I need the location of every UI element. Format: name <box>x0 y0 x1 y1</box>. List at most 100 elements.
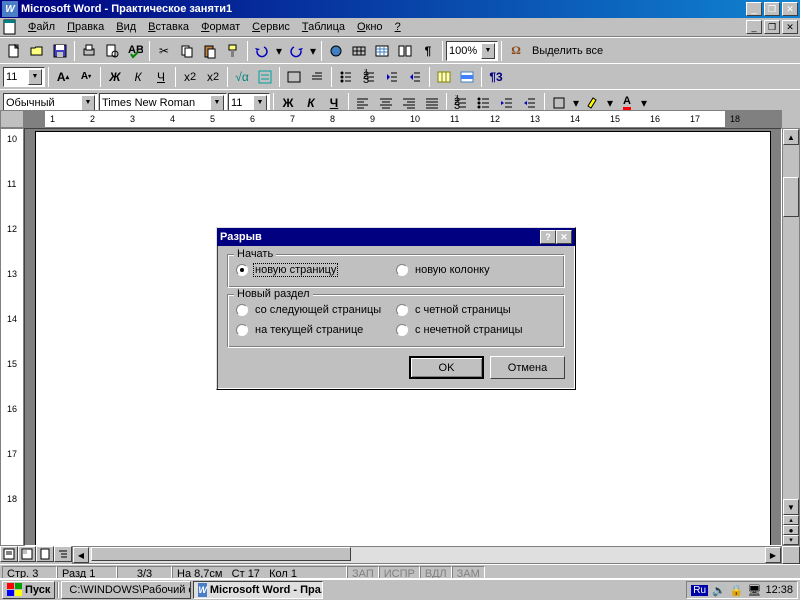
hyperlink-icon[interactable] <box>325 40 347 62</box>
scroll-right-icon[interactable]: ▶ <box>765 547 781 563</box>
menu-tools[interactable]: Сервис <box>246 19 296 35</box>
radio-current-page[interactable]: на текущей странице <box>236 323 396 337</box>
start-button[interactable]: Пуск <box>2 581 55 599</box>
restore-button[interactable]: ❐ <box>764 2 780 16</box>
scroll-left-icon[interactable]: ◀ <box>73 547 89 563</box>
insert-table-icon[interactable] <box>371 40 393 62</box>
radio-even-page[interactable]: с четной страницы <box>396 303 556 317</box>
menu-help[interactable]: ? <box>389 19 407 35</box>
vertical-ruler[interactable]: 101112131415161718 <box>0 128 24 546</box>
format-painter-icon[interactable] <box>222 40 244 62</box>
tray-display-icon[interactable]: 🖥 <box>748 584 762 597</box>
menu-format[interactable]: Формат <box>195 19 246 35</box>
paste-icon[interactable] <box>199 40 221 62</box>
menu-insert[interactable]: Вставка <box>142 19 195 35</box>
start-group: Начать новую страницу новую колонку <box>227 254 565 288</box>
grow-font-icon[interactable]: A▴ <box>52 66 74 88</box>
radio-new-page[interactable]: новую страницу <box>236 263 396 277</box>
clock[interactable]: 12:38 <box>765 584 793 596</box>
table-autofit-icon[interactable] <box>433 66 455 88</box>
numbering-icon[interactable]: 123 <box>358 66 380 88</box>
sqrt-icon[interactable]: √α <box>231 66 253 88</box>
chevron-down-icon[interactable]: ▼ <box>210 95 224 111</box>
radio-new-column[interactable]: новую колонку <box>396 263 556 277</box>
zoom-combo[interactable]: 100%▼ <box>446 41 498 61</box>
menu-view[interactable]: Вид <box>110 19 142 35</box>
hscroll-thumb[interactable] <box>91 547 351 561</box>
decrease-indent-icon[interactable] <box>381 66 403 88</box>
outline-view-icon[interactable] <box>54 546 72 562</box>
horizontal-scrollbar[interactable]: ◀ ▶ <box>72 546 782 564</box>
superscript-icon[interactable]: x2 <box>179 66 201 88</box>
bold-italic-icon[interactable]: Ж <box>104 66 126 88</box>
undo-dropdown-icon[interactable]: ▾ <box>274 40 284 62</box>
horizontal-ruler[interactable]: 123456789101112131415161718 <box>24 110 782 128</box>
italic-cursive-icon[interactable]: К <box>127 66 149 88</box>
first-line-indent-icon[interactable] <box>306 66 328 88</box>
tray-lock-icon[interactable]: 🔒 <box>730 584 744 597</box>
taskbar-item-word[interactable]: W Microsoft Word - Пра... <box>193 581 323 599</box>
radio-next-page[interactable]: со следующей страницы <box>236 303 396 317</box>
undo-icon[interactable] <box>251 40 273 62</box>
open-icon[interactable] <box>26 40 48 62</box>
prev-page-icon[interactable]: ▴ <box>783 515 799 525</box>
columns-icon[interactable] <box>394 40 416 62</box>
chevron-down-icon[interactable]: ▼ <box>253 95 267 111</box>
close-button[interactable]: ✕ <box>782 2 798 16</box>
print-preview-icon[interactable] <box>101 40 123 62</box>
select-all-label[interactable]: Выделить все <box>528 45 607 57</box>
minimize-button[interactable]: _ <box>746 2 762 16</box>
chevron-down-icon[interactable]: ▼ <box>81 95 95 111</box>
menu-window[interactable]: Окно <box>351 19 389 35</box>
redo-icon[interactable] <box>285 40 307 62</box>
menu-edit[interactable]: Правка <box>61 19 110 35</box>
taskbar-item-explorer[interactable]: C:\WINDOWS\Рабочий с... <box>61 581 191 599</box>
equation-icon[interactable] <box>254 66 276 88</box>
increase-indent-icon[interactable] <box>404 66 426 88</box>
svg-text:2: 2 <box>454 96 460 108</box>
print-icon[interactable] <box>78 40 100 62</box>
next-page-icon[interactable]: ▾ <box>783 535 799 545</box>
resize-grip <box>782 546 800 564</box>
scroll-up-icon[interactable]: ▲ <box>783 129 799 145</box>
show-hide-icon[interactable]: ¶ <box>417 40 439 62</box>
frame-icon[interactable] <box>283 66 305 88</box>
radio-odd-page[interactable]: с нечетной страницы <box>396 323 556 337</box>
redo-dropdown-icon[interactable]: ▾ <box>308 40 318 62</box>
menu-file[interactable]: Файл <box>22 19 61 35</box>
scroll-down-icon[interactable]: ▼ <box>783 499 799 515</box>
mdi-minimize-button[interactable]: _ <box>746 20 762 34</box>
size2-combo[interactable]: 11▼ <box>3 67 45 87</box>
menu-table[interactable]: Таблица <box>296 19 351 35</box>
ok-button[interactable]: OK <box>409 356 484 379</box>
new-doc-icon[interactable] <box>3 40 25 62</box>
mdi-close-button[interactable]: ✕ <box>782 20 798 34</box>
scroll-thumb[interactable] <box>783 177 799 217</box>
chevron-down-icon[interactable]: ▼ <box>481 43 495 59</box>
layout-view-icon[interactable] <box>18 546 36 562</box>
cancel-button[interactable]: Отмена <box>490 356 565 379</box>
omega-icon[interactable]: Ω <box>505 40 527 62</box>
chevron-down-icon[interactable]: ▼ <box>28 69 42 85</box>
cut-icon[interactable]: ✂ <box>153 40 175 62</box>
mdi-restore-button[interactable]: ❐ <box>764 20 780 34</box>
tables-borders-icon[interactable] <box>348 40 370 62</box>
vertical-scrollbar[interactable]: ▲ ▼ ▴ ● ▾ <box>782 128 800 546</box>
bullets-icon[interactable] <box>335 66 357 88</box>
dialog-close-button[interactable]: ✕ <box>556 230 572 244</box>
save-icon[interactable] <box>49 40 71 62</box>
browse-object-icon[interactable]: ● <box>783 525 799 535</box>
toggle-case-icon[interactable]: ¶3 <box>485 66 507 88</box>
subscript-icon[interactable]: x2 <box>202 66 224 88</box>
page-view-icon[interactable] <box>36 546 54 562</box>
dialog-title-bar[interactable]: Разрыв ? ✕ <box>217 228 575 246</box>
spellcheck-icon[interactable]: ABC <box>124 40 146 62</box>
help-button[interactable]: ? <box>540 230 556 244</box>
tray-volume-icon[interactable]: 🔊 <box>712 584 726 597</box>
copy-icon[interactable] <box>176 40 198 62</box>
underline-u-icon[interactable]: Ч <box>150 66 172 88</box>
insert-rows-icon[interactable] <box>456 66 478 88</box>
normal-view-icon[interactable] <box>0 546 18 562</box>
language-indicator[interactable]: Ru <box>691 585 708 596</box>
shrink-font-icon[interactable]: A▾ <box>75 66 97 88</box>
